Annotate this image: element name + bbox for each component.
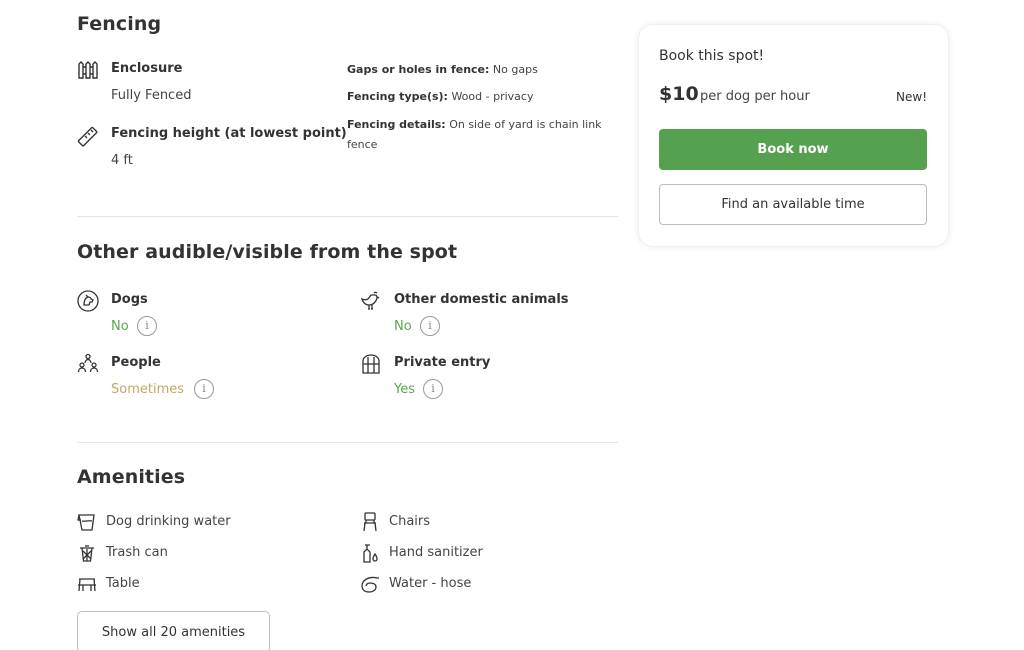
audible-label-dogs: Dogs [111, 292, 148, 307]
audible-value-other-animals: No [394, 319, 412, 334]
audible-value-people: Sometimes [111, 382, 185, 397]
enclosure-value: Fully Fenced [111, 88, 192, 103]
chair-icon [360, 512, 380, 532]
audible-label-people: People [111, 355, 161, 370]
table-icon [77, 574, 97, 594]
fencing-section-title: Fencing [77, 13, 162, 35]
audible-label-other-animals: Other domestic animals [394, 292, 569, 307]
price-unit: per dog per hour [700, 89, 810, 104]
booking-card: Book this spot! $10 per dog per hour New… [639, 25, 948, 246]
find-available-time-button[interactable]: Find an available time [659, 184, 927, 225]
ruler-icon [77, 126, 99, 148]
info-icon[interactable]: i [194, 379, 214, 399]
people-icon [77, 353, 99, 375]
info-icon[interactable]: i [423, 379, 443, 399]
gaps-detail: Gaps or holes in fence: No gaps [347, 60, 622, 80]
hose-icon [360, 574, 380, 594]
sanitizer-icon [360, 543, 380, 563]
audible-value-dogs: No [111, 319, 129, 334]
amenities-section-title: Amenities [77, 466, 186, 488]
enclosure-label: Enclosure [111, 61, 183, 76]
amenity-label: Water - hose [389, 576, 472, 591]
new-badge: New! [896, 90, 927, 104]
amenity-label: Table [106, 576, 140, 591]
info-icon[interactable]: i [137, 316, 157, 336]
gate-icon [360, 353, 382, 375]
dog-icon [77, 290, 99, 312]
info-icon[interactable]: i [420, 316, 440, 336]
amenity-label: Hand sanitizer [389, 545, 483, 560]
booking-card-title: Book this spot! [659, 48, 765, 64]
gaps-key: Gaps or holes in fence: [347, 63, 490, 76]
gaps-value: No gaps [492, 63, 538, 76]
amenity-label: Chairs [389, 514, 431, 529]
amenity-label: Dog drinking water [106, 514, 231, 529]
fencing-type-detail: Fencing type(s): Wood - privacy [347, 87, 622, 107]
section-divider [77, 216, 618, 217]
fencing-details-detail: Fencing details: On side of yard is chai… [347, 115, 622, 155]
fence-icon [77, 61, 99, 83]
fencing-height-value: 4 ft [111, 153, 133, 168]
audible-label-private-entry: Private entry [394, 355, 491, 370]
audible-section-title: Other audible/visible from the spot [77, 241, 458, 263]
amenity-label: Trash can [106, 545, 168, 560]
audible-value-private-entry: Yes [394, 382, 415, 397]
book-now-button[interactable]: Book now [659, 129, 927, 170]
price: $10 [659, 83, 699, 105]
rooster-icon [360, 290, 382, 312]
fencing-type-value: Wood - privacy [451, 90, 534, 103]
fencing-height-label: Fencing height (at lowest point) [111, 126, 347, 141]
fencing-type-key: Fencing type(s): [347, 90, 448, 103]
show-all-amenities-button[interactable]: Show all 20 amenities [77, 611, 270, 650]
section-divider [77, 442, 618, 443]
trash-can-icon [77, 543, 97, 563]
water-bowl-icon [77, 512, 97, 532]
fencing-details-key: Fencing details: [347, 118, 446, 131]
